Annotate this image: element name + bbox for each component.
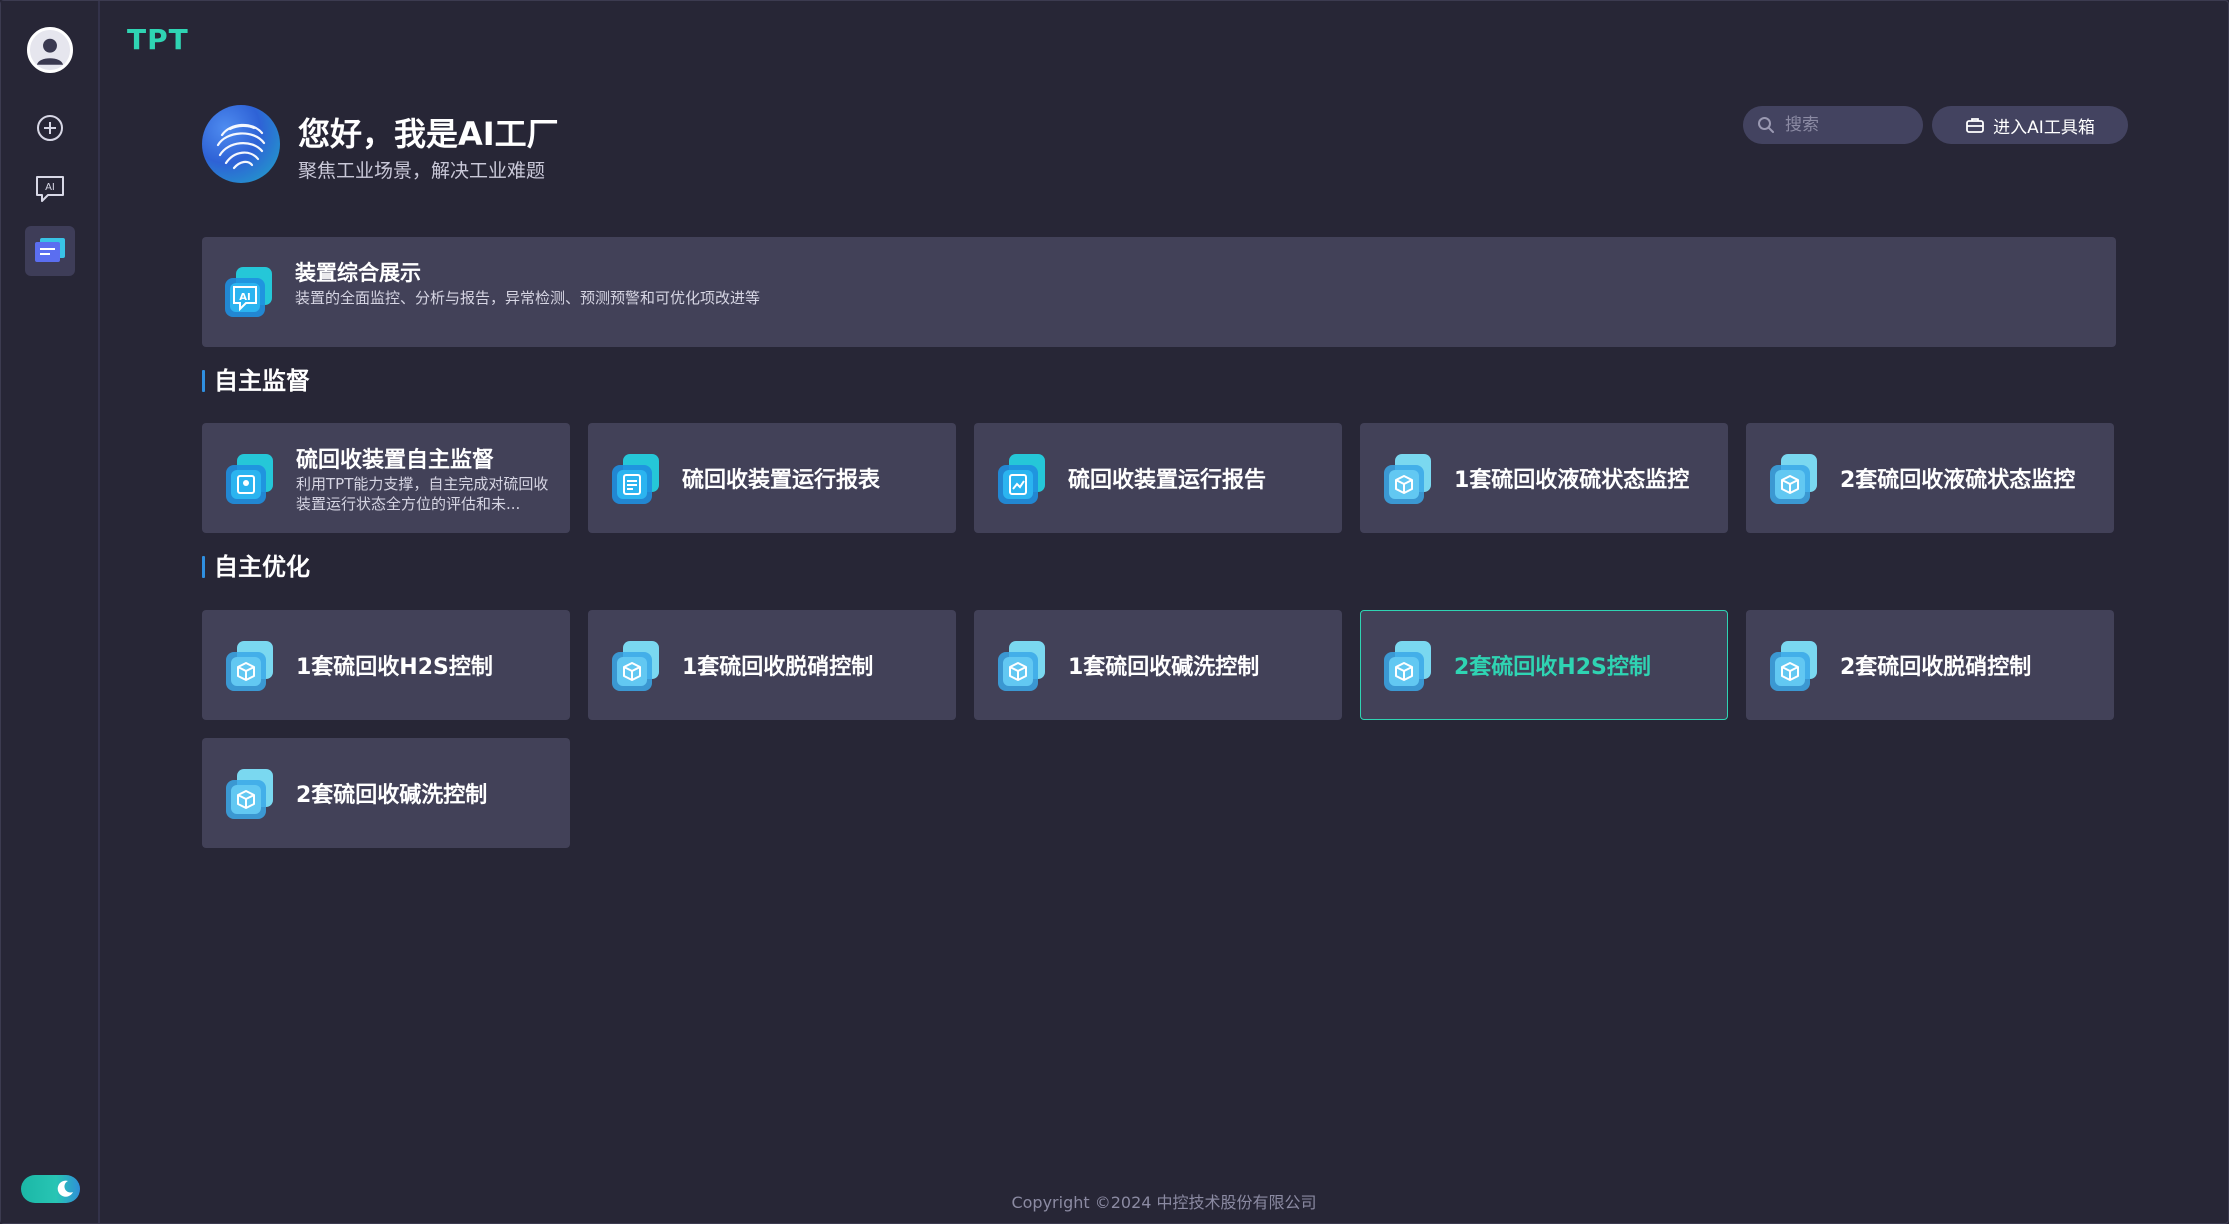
card-title: 1套硫回收液硫状态监控 bbox=[1454, 468, 1690, 493]
card-set1-liquid-sulfur-monitor[interactable]: 1套硫回收液硫状态监控 bbox=[1360, 423, 1728, 533]
copyright-footer: Copyright ©2024 中控技术股份有限公司 bbox=[1011, 1193, 1317, 1212]
card-title: 2套硫回收脱硝控制 bbox=[1840, 655, 2032, 680]
cube-icon bbox=[1767, 452, 1819, 510]
monitor-icon bbox=[223, 452, 275, 510]
left-rail: AI bbox=[1, 1, 100, 1223]
user-avatar[interactable] bbox=[27, 27, 73, 73]
user-icon bbox=[30, 30, 70, 70]
search-input[interactable] bbox=[1785, 115, 1905, 135]
card-set1-h2s-control[interactable]: 1套硫回收H2S控制 bbox=[202, 610, 570, 720]
search-icon bbox=[1758, 117, 1774, 133]
ai-factory-logo bbox=[202, 105, 280, 183]
report-chart-icon bbox=[995, 452, 1047, 510]
report-icon bbox=[609, 452, 661, 510]
card-set2-h2s-control[interactable]: 2套硫回收H2S控制 bbox=[1360, 610, 1728, 720]
app-center-button[interactable] bbox=[25, 226, 75, 276]
chat-list-icon bbox=[35, 238, 65, 262]
plus-circle-icon bbox=[37, 115, 63, 141]
fingerprint-icon bbox=[216, 123, 266, 170]
cube-icon bbox=[609, 639, 661, 697]
cube-icon bbox=[223, 639, 275, 697]
section-title-optimization: 自主优化 bbox=[202, 553, 310, 581]
card-set1-alkali-wash-control[interactable]: 1套硫回收碱洗控制 bbox=[974, 610, 1342, 720]
hero-title: 您好，我是AI工厂 bbox=[298, 115, 559, 153]
device-overview-title: 装置综合展示 bbox=[295, 261, 421, 285]
toolbox-icon bbox=[1966, 118, 1985, 133]
search-box[interactable] bbox=[1743, 106, 1923, 144]
card-set2-liquid-sulfur-monitor[interactable]: 2套硫回收液硫状态监控 bbox=[1746, 423, 2114, 533]
brand-logo: TPT bbox=[127, 23, 189, 56]
new-chat-button[interactable] bbox=[25, 103, 75, 153]
card-desc: 利用TPT能力支撑，自主完成对硫回收装置运行状态全方位的评估和未... bbox=[296, 475, 549, 513]
card-title: 1套硫回收H2S控制 bbox=[296, 655, 493, 680]
device-overview-card[interactable]: AI 装置综合展示 装置的全面监控、分析与报告，异常检测、预测预警和可优化项改进… bbox=[202, 237, 2116, 347]
enter-toolbox-button[interactable]: 进入AI工具箱 bbox=[1932, 106, 2128, 144]
card-sulfur-run-report[interactable]: 硫回收装置运行报告 bbox=[974, 423, 1342, 533]
cube-icon bbox=[1381, 639, 1433, 697]
enter-toolbox-label: 进入AI工具箱 bbox=[1993, 117, 2095, 138]
card-title: 1套硫回收碱洗控制 bbox=[1068, 655, 1260, 680]
ai-chip-icon: AI bbox=[222, 265, 274, 323]
card-title: 硫回收装置运行报表 bbox=[682, 468, 881, 493]
card-set2-denitration-control[interactable]: 2套硫回收脱硝控制 bbox=[1746, 610, 2114, 720]
cube-icon bbox=[1767, 639, 1819, 697]
card-title: 硫回收装置自主监督 bbox=[296, 448, 495, 473]
cube-icon bbox=[1381, 452, 1433, 510]
cube-icon bbox=[223, 767, 275, 825]
hero-subtitle: 聚焦工业场景，解决工业难题 bbox=[298, 160, 546, 182]
card-title: 硫回收装置运行报告 bbox=[1068, 468, 1267, 493]
app-window: AI TPT 您好，我是AI工厂 聚焦工业场景，解决工业难题 搜索 进入AI工具… bbox=[0, 0, 2229, 1224]
section-title-supervision: 自主监督 bbox=[202, 367, 310, 395]
ai-assistant-button[interactable]: AI bbox=[25, 164, 75, 214]
card-title: 2套硫回收H2S控制 bbox=[1454, 655, 1651, 680]
card-sulfur-self-supervision[interactable]: 硫回收装置自主监督 利用TPT能力支撑，自主完成对硫回收装置运行状态全方位的评估… bbox=[202, 423, 570, 533]
card-set1-denitration-control[interactable]: 1套硫回收脱硝控制 bbox=[588, 610, 956, 720]
svg-text:AI: AI bbox=[239, 292, 250, 303]
card-title: 1套硫回收脱硝控制 bbox=[682, 655, 874, 680]
ai-chat-icon: AI bbox=[36, 176, 64, 202]
card-title: 2套硫回收液硫状态监控 bbox=[1840, 468, 2076, 493]
card-title: 2套硫回收碱洗控制 bbox=[296, 783, 488, 808]
device-overview-desc: 装置的全面监控、分析与报告，异常检测、预测预警和可优化项改进等 bbox=[295, 289, 761, 307]
svg-text:AI: AI bbox=[45, 182, 55, 193]
cube-icon bbox=[995, 639, 1047, 697]
card-set2-alkali-wash-control[interactable]: 2套硫回收碱洗控制 bbox=[202, 738, 570, 848]
card-sulfur-run-report-table[interactable]: 硫回收装置运行报表 bbox=[588, 423, 956, 533]
